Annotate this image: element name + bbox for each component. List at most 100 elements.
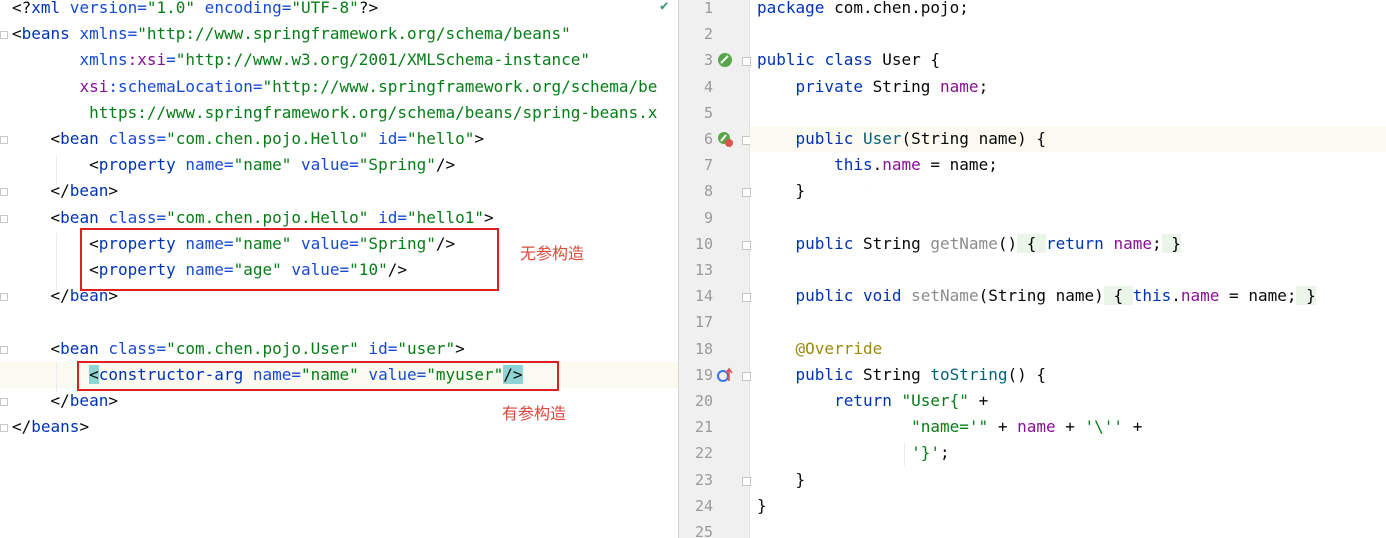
code-token: "http://www.springframework.org/schema/b… (262, 76, 658, 96)
code-token: @Override (795, 338, 883, 358)
code-token: User { (872, 50, 941, 70)
class-bean-icon[interactable] (717, 52, 733, 68)
line-number[interactable]: 8 (679, 178, 713, 204)
code-token: "http://www.w3.org/2001/XMLSchema-instan… (175, 50, 590, 70)
code-line[interactable]: https://www.springframework.org/schema/b… (0, 100, 678, 126)
code-line[interactable]: </bean> (0, 178, 678, 204)
line-number[interactable]: 2 (679, 21, 713, 47)
code-token: = name; (1219, 286, 1297, 306)
line-number[interactable]: 1 (679, 0, 713, 21)
code-line[interactable]: @Override (750, 336, 1386, 362)
line-number[interactable]: 7 (679, 152, 713, 178)
line-number[interactable]: 24 (679, 493, 713, 519)
line-number[interactable]: 10 (679, 231, 713, 257)
code-line[interactable] (750, 21, 1386, 47)
line-number[interactable]: 5 (679, 100, 713, 126)
code-line[interactable]: } (750, 467, 1386, 493)
code-token: public (757, 50, 815, 70)
code-token: bean (60, 207, 99, 227)
code-token: < (12, 338, 61, 358)
code-line[interactable]: } (750, 493, 1386, 519)
code-token: . (872, 155, 883, 175)
code-line[interactable]: xmlns:xsi="http://www.w3.org/2001/XMLSch… (0, 47, 678, 73)
code-token: public (795, 233, 854, 253)
code-token: String (853, 364, 931, 384)
code-line[interactable]: <bean class="com.chen.pojo.Hello" id="he… (0, 126, 678, 152)
code-line[interactable]: xsi:schemaLocation="http://www.springfra… (0, 74, 678, 100)
code-line[interactable]: <bean class="com.chen.pojo.Hello" id="he… (0, 205, 678, 231)
override-method-icon[interactable] (717, 367, 733, 383)
line-number[interactable]: 18 (679, 336, 713, 362)
code-line[interactable]: public class User { (750, 47, 1386, 73)
line-number[interactable]: 19 (679, 362, 713, 388)
line-number[interactable]: 17 (679, 309, 713, 335)
line-number[interactable]: 4 (679, 74, 713, 100)
code-line[interactable] (750, 309, 1386, 335)
code-line[interactable]: </beans> (0, 414, 678, 440)
java-gutter[interactable]: 1 2 3 4 5 6 7 8 9 10 13 14 17 18 19 20 21 22 23 24 25 (679, 0, 751, 538)
xml-editor-pane[interactable]: ✔ <?xml version="1.0" encoding="UTF-8"?>… (0, 0, 678, 538)
fold-marker-icon[interactable] (0, 136, 8, 144)
code-token: name= (175, 155, 234, 175)
fold-marker-icon[interactable] (0, 31, 8, 40)
code-line[interactable] (750, 519, 1386, 538)
code-line[interactable]: } (750, 178, 1386, 204)
code-token: "com.chen.pojo.Hello" (166, 207, 369, 227)
constructor-bean-icon[interactable] (717, 131, 733, 147)
code-line[interactable]: '}'; (750, 440, 1386, 466)
code-line[interactable]: <property name="name" value="Spring"/> (0, 152, 678, 178)
line-number[interactable]: 9 (679, 205, 713, 231)
line-number[interactable]: 3 (679, 47, 713, 73)
code-line[interactable] (750, 257, 1386, 283)
code-line[interactable]: public String getName() { return name; } (750, 231, 1386, 257)
fold-marker-icon[interactable] (0, 188, 8, 197)
code-token: ; (940, 443, 950, 463)
code-line[interactable] (750, 100, 1386, 126)
line-number[interactable]: 6 (679, 126, 713, 152)
code-token: () (997, 233, 1018, 253)
code-token: "http://www.springframework.org/schema/b… (137, 24, 571, 44)
fold-marker-icon[interactable] (0, 345, 8, 354)
code-token: :xsi (127, 50, 167, 70)
code-line[interactable]: <?xml version="1.0" encoding="UTF-8"?> (0, 0, 678, 21)
fold-marker-icon[interactable] (0, 293, 8, 302)
line-number[interactable]: 25 (679, 519, 713, 538)
code-line[interactable]: public void setName(String name) { this.… (750, 283, 1386, 309)
code-token: "com.chen.pojo.User" (166, 338, 359, 358)
code-line[interactable]: public String toString() { (750, 362, 1386, 388)
code-token: } (1161, 233, 1181, 253)
code-line[interactable] (0, 309, 678, 335)
code-line[interactable]: return "User{" + (750, 388, 1386, 414)
code-token: "com.chen.pojo.Hello" (166, 129, 369, 148)
code-token: this (1132, 286, 1172, 306)
line-number[interactable]: 14 (679, 283, 713, 309)
code-line[interactable]: this.name = name; (750, 152, 1386, 178)
code-token: String (862, 76, 941, 96)
code-line[interactable]: </bean> (0, 388, 678, 414)
line-number[interactable]: 20 (679, 388, 713, 414)
line-number[interactable]: 22 (679, 440, 713, 466)
no-arg-constructor-note: 无参构造 (520, 244, 585, 263)
code-line[interactable]: <bean class="com.chen.pojo.User" id="use… (0, 336, 678, 362)
line-number[interactable]: 13 (679, 257, 713, 283)
code-token: return (1046, 233, 1104, 253)
code-line[interactable] (750, 205, 1386, 231)
line-number[interactable]: 23 (679, 467, 713, 493)
line-number[interactable]: 21 (679, 414, 713, 440)
fold-marker-icon[interactable] (0, 398, 8, 406)
code-line[interactable]: package com.chen.pojo; (750, 0, 1386, 21)
fold-marker-icon[interactable] (0, 214, 8, 223)
code-token: version= (60, 0, 147, 17)
java-code-area[interactable]: package com.chen.pojo; public class User … (750, 0, 1386, 538)
code-line[interactable]: private String name; (750, 74, 1386, 100)
code-line[interactable]: public User(String name) { (750, 126, 1386, 152)
java-editor-pane[interactable]: 1 2 3 4 5 6 7 8 9 10 13 14 17 18 19 20 21 22 23 24 25 packag… (679, 0, 1386, 538)
fold-marker-icon[interactable] (0, 424, 8, 433)
code-line[interactable]: <beans xmlns="http://www.springframework… (0, 21, 678, 47)
code-line[interactable]: "name='" + name + '\'' + (750, 414, 1386, 440)
